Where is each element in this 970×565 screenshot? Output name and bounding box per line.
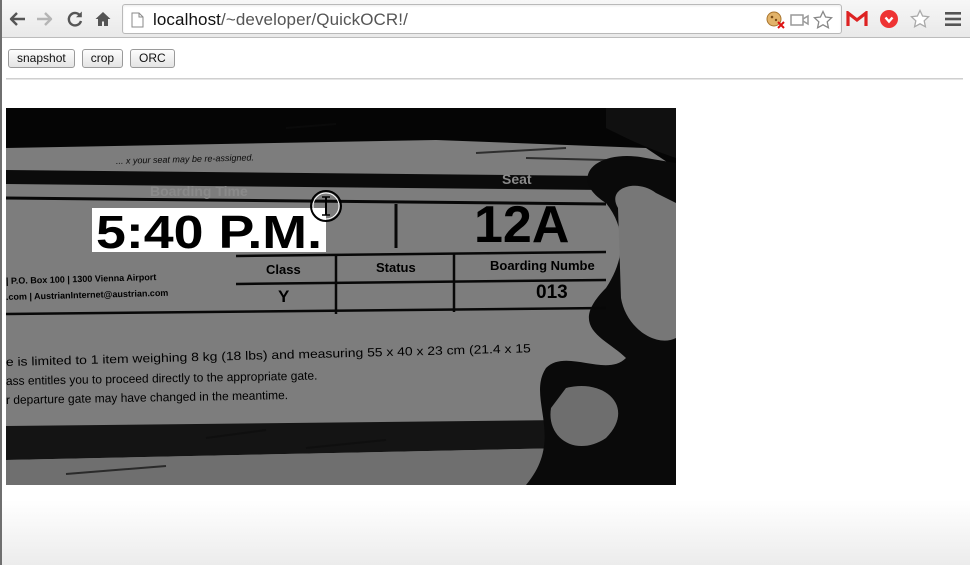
bottom-fade [2, 500, 970, 565]
orc-button[interactable]: ORC [130, 49, 175, 68]
extension-star-icon[interactable] [909, 8, 931, 30]
menu-icon[interactable] [942, 8, 964, 30]
seat-label: Seat [502, 171, 532, 187]
boarding-number-label: Boarding Numbe [490, 258, 595, 273]
browser-toolbar: localhost/~developer/QuickOCR!/ [2, 0, 970, 38]
bookmark-star-icon[interactable] [812, 9, 834, 35]
boarding-time-label: Boarding Time [150, 183, 248, 199]
boarding-pass-image[interactable]: ... x your seat may be re-assigned. Boar… [6, 108, 676, 485]
class-label: Class [266, 262, 301, 277]
boarding-time-value: 5:40 P.M. [96, 206, 322, 258]
crop-button[interactable]: crop [81, 49, 124, 68]
ocr-controls: snapshot crop ORC [8, 49, 175, 68]
home-icon[interactable] [92, 6, 114, 32]
browser-window: localhost/~developer/QuickOCR!/ snapshot [0, 0, 970, 565]
opera-extension-icon[interactable] [878, 8, 900, 30]
forward-arrow-icon[interactable] [34, 6, 56, 32]
page-icon [131, 12, 144, 33]
status-label: Status [376, 260, 416, 275]
gmail-icon[interactable] [846, 8, 868, 30]
reload-icon[interactable] [64, 6, 86, 32]
class-value: Y [278, 287, 290, 306]
boarding-pass-svg: ... x your seat may be re-assigned. Boar… [6, 108, 676, 485]
url-text: localhost/~developer/QuickOCR!/ [153, 10, 408, 29]
back-arrow-icon[interactable] [6, 6, 28, 32]
camera-icon[interactable] [790, 13, 810, 32]
snapshot-button[interactable]: snapshot [8, 49, 75, 68]
divider [6, 78, 963, 80]
boarding-number-value: 013 [536, 282, 568, 303]
address-bar[interactable]: localhost/~developer/QuickOCR!/ [122, 4, 842, 34]
seat-value: 12A [474, 196, 569, 254]
cookie-blocked-icon[interactable] [766, 11, 786, 34]
